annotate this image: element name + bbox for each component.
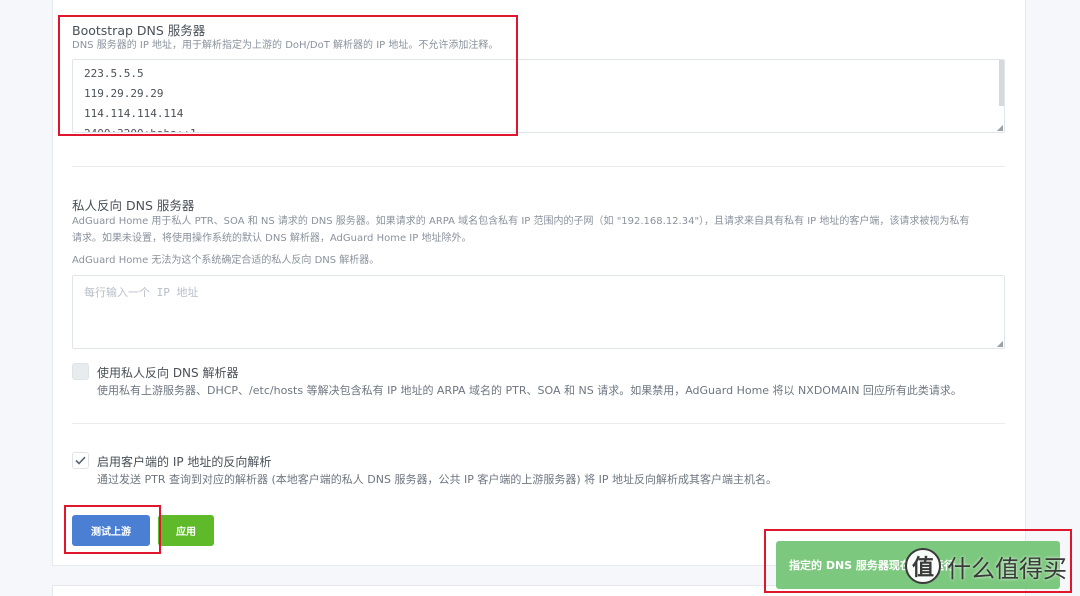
divider [72, 166, 1005, 167]
private-rdns-notice: AdGuard Home 无法为这个系统确定合适的私人反向 DNS 解析器。 [72, 255, 380, 266]
use-private-rdns-label: 使用私人反向 DNS 解析器 [97, 366, 239, 380]
resize-handle-icon[interactable]: ◢ [997, 340, 1003, 348]
private-rdns-textarea[interactable]: 每行输入一个 IP 地址 ◢ [72, 275, 1005, 349]
watermark: 值 什么值得买 [905, 548, 1067, 584]
private-rdns-placeholder: 每行输入一个 IP 地址 [84, 286, 199, 299]
watermark-logo-icon: 值 [905, 548, 941, 584]
watermark-text: 什么值得买 [947, 554, 1067, 583]
private-rdns-description-line1: AdGuard Home 用于私人 PTR、SOA 和 NS 请求的 DNS 服… [72, 216, 970, 227]
highlight-box-bootstrap [58, 15, 518, 136]
checkmark-icon [75, 456, 86, 465]
enable-rdns-label: 启用客户端的 IP 地址的反向解析 [97, 455, 272, 469]
apply-button[interactable]: 应用 [158, 515, 214, 546]
divider [72, 423, 1005, 424]
textarea-scrollbar[interactable] [999, 60, 1004, 106]
use-private-rdns-checkbox[interactable] [72, 363, 89, 380]
private-rdns-description-line2: 请求。如果未设置，将使用操作系统的默认 DNS 解析器，AdGuard Home… [72, 233, 472, 244]
highlight-box-test-button [64, 505, 161, 554]
private-rdns-title: 私人反向 DNS 服务器 [72, 198, 195, 213]
enable-rdns-checkbox[interactable] [72, 452, 89, 469]
resize-handle-icon[interactable]: ◢ [997, 124, 1003, 132]
enable-rdns-description: 通过发送 PTR 查询到对应的解析器 (本地客户端的私人 DNS 服务器，公共 … [97, 473, 777, 486]
use-private-rdns-description: 使用私有上游服务器、DHCP、/etc/hosts 等解决包含私有 IP 地址的… [97, 384, 962, 397]
